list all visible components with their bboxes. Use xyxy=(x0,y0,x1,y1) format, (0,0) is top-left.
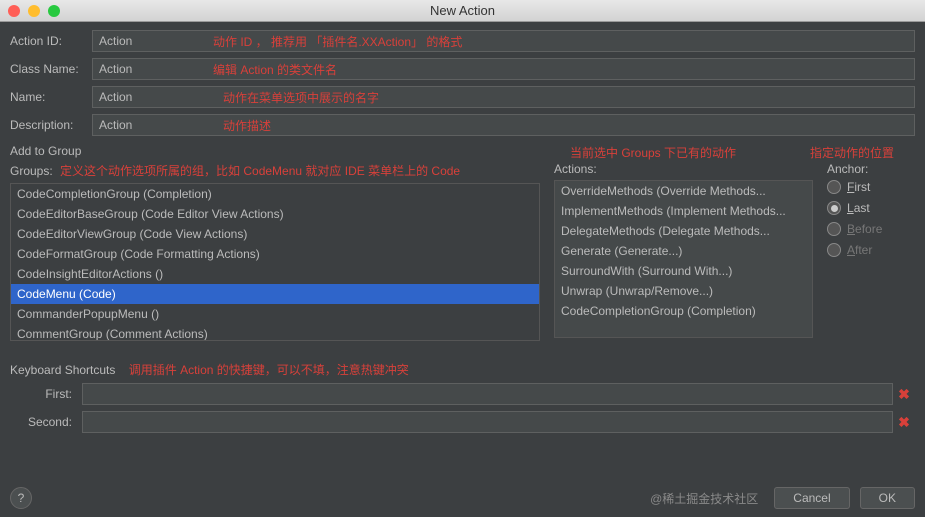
shortcut-second-clear-icon[interactable]: ✖ xyxy=(893,414,915,431)
anchor-before: Before xyxy=(827,222,915,236)
action-id-value: Action xyxy=(99,34,132,48)
description-label: Description: xyxy=(10,118,92,132)
actions-label: Actions: xyxy=(554,162,813,176)
action-id-label: Action ID: xyxy=(10,34,92,48)
class-name-input[interactable]: Action 编辑 Action 的类文件名 xyxy=(92,58,915,80)
anchor-label-last: Last xyxy=(847,201,870,215)
action-item[interactable]: DelegateMethods (Delegate Methods... xyxy=(555,221,812,241)
action-id-note: 动作 ID ， 推荐用 「插件名.XXAction」 的格式 xyxy=(213,33,462,50)
name-input[interactable]: Action 动作在菜单选项中展示的名字 xyxy=(92,86,915,108)
action-id-input[interactable]: Action 动作 ID ， 推荐用 「插件名.XXAction」 的格式 xyxy=(92,30,915,52)
radio-icon xyxy=(827,180,841,194)
name-label: Name: xyxy=(10,90,92,104)
radio-icon xyxy=(827,222,841,236)
cancel-button[interactable]: Cancel xyxy=(774,487,849,509)
action-item[interactable]: OverrideMethods (Override Methods... xyxy=(555,181,812,201)
groups-listbox[interactable]: CodeCompletionGroup (Completion)CodeEdit… xyxy=(10,183,540,341)
ok-button[interactable]: OK xyxy=(860,487,915,509)
groups-label: Groups: 定义这个动作选项所属的组，比如 CodeMenu 就对应 IDE… xyxy=(10,162,540,179)
add-to-group-title: Add to Group xyxy=(10,144,915,158)
anchor-after: After xyxy=(827,243,915,257)
group-item[interactable]: CommanderPopupMenu () xyxy=(11,304,539,324)
help-button[interactable]: ? xyxy=(10,487,32,509)
group-item[interactable]: CodeMenu (Code) xyxy=(11,284,539,304)
actions-listbox[interactable]: OverrideMethods (Override Methods...Impl… xyxy=(554,180,813,338)
class-name-label: Class Name: xyxy=(10,62,92,76)
watermark: @稀土掘金技术社区 xyxy=(650,490,758,507)
description-value: Action xyxy=(99,118,132,132)
shortcut-second-input[interactable] xyxy=(82,411,893,433)
description-note: 动作描述 xyxy=(223,117,271,134)
anchor-label: Anchor: xyxy=(827,162,915,176)
anchor-last[interactable]: Last xyxy=(827,201,915,215)
titlebar: New Action xyxy=(0,0,925,22)
anchor-label-after: After xyxy=(847,243,872,257)
shortcut-first-clear-icon[interactable]: ✖ xyxy=(893,386,915,403)
groups-note: 定义这个动作选项所属的组，比如 CodeMenu 就对应 IDE 菜单栏上的 C… xyxy=(60,164,460,178)
group-item[interactable]: CodeFormatGroup (Code Formatting Actions… xyxy=(11,244,539,264)
action-item[interactable]: ImplementMethods (Implement Methods... xyxy=(555,201,812,221)
group-item[interactable]: CommentGroup (Comment Actions) xyxy=(11,324,539,341)
action-item[interactable]: CodeCompletionGroup (Completion) xyxy=(555,301,812,321)
anchor-label-first: First xyxy=(847,180,870,194)
radio-icon xyxy=(827,201,841,215)
shortcut-first-input[interactable] xyxy=(82,383,893,405)
class-name-value: Action xyxy=(99,62,132,76)
anchor-options: First Last Before After xyxy=(827,180,915,257)
class-name-note: 编辑 Action 的类文件名 xyxy=(213,61,337,78)
shortcuts-note: 调用插件 Action 的快捷键，可以不填，注意热键冲突 xyxy=(129,363,409,377)
anchor-label-before: Before xyxy=(847,222,882,236)
group-item[interactable]: CodeEditorBaseGroup (Code Editor View Ac… xyxy=(11,204,539,224)
action-item[interactable]: Generate (Generate...) xyxy=(555,241,812,261)
anchor-first[interactable]: First xyxy=(827,180,915,194)
name-note: 动作在菜单选项中展示的名字 xyxy=(223,89,379,106)
shortcut-first-label: First: xyxy=(10,387,82,401)
window-title: New Action xyxy=(0,3,925,18)
shortcut-second-label: Second: xyxy=(10,415,82,429)
group-item[interactable]: CodeInsightEditorActions () xyxy=(11,264,539,284)
action-item[interactable]: SurroundWith (Surround With...) xyxy=(555,261,812,281)
group-item[interactable]: CodeEditorViewGroup (Code View Actions) xyxy=(11,224,539,244)
name-value: Action xyxy=(99,90,132,104)
keyboard-shortcuts-title: Keyboard Shortcuts xyxy=(10,363,115,377)
radio-icon xyxy=(827,243,841,257)
action-item[interactable]: Unwrap (Unwrap/Remove...) xyxy=(555,281,812,301)
description-input[interactable]: Action 动作描述 xyxy=(92,114,915,136)
group-item[interactable]: CodeCompletionGroup (Completion) xyxy=(11,184,539,204)
